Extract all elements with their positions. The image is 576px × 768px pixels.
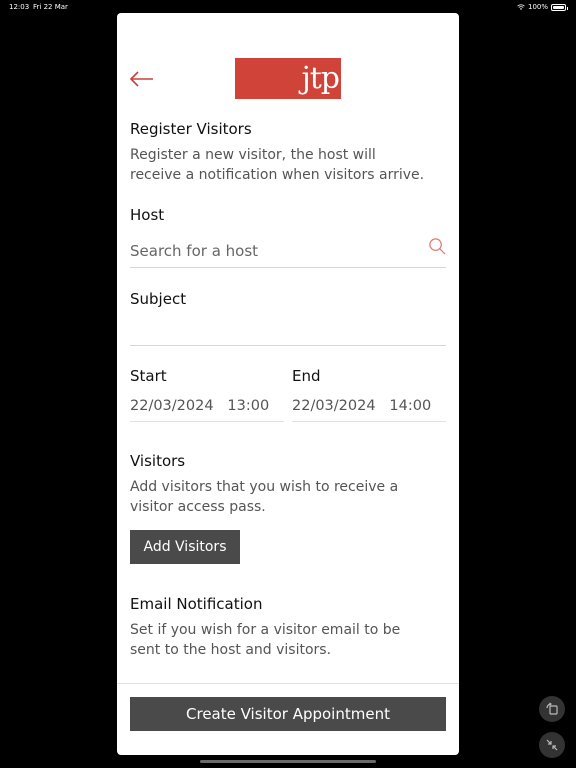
email-notification-label: Email Notification: [130, 595, 263, 613]
home-indicator: [200, 760, 376, 763]
back-button[interactable]: [129, 69, 155, 89]
host-label: Host: [130, 206, 165, 224]
wifi-icon: [517, 3, 525, 10]
page-intro: Register a new visitor, the host will re…: [130, 147, 425, 183]
create-visitor-appointment-button[interactable]: Create Visitor Appointment: [130, 697, 446, 731]
host-search-input[interactable]: [130, 235, 446, 268]
jtp-logo: jtp: [235, 58, 341, 99]
status-date: Fri 22 Mar: [33, 3, 68, 11]
register-visitors-sheet: jtp Register Visitors Register a new vis…: [117, 13, 459, 755]
email-notification-description: Set if you wish for a visitor email to b…: [130, 622, 401, 658]
status-right: 100%: [517, 3, 568, 11]
rotate-icon: [546, 702, 558, 715]
start-datetime-input[interactable]: [130, 391, 284, 422]
status-time: 12:03: [9, 3, 30, 11]
logo-text: jtp: [301, 61, 340, 96]
end-datetime-input[interactable]: [292, 391, 446, 422]
collapse-icon: [546, 739, 558, 751]
search-icon[interactable]: [428, 237, 447, 256]
arrow-left-icon: [129, 71, 153, 87]
end-label: End: [292, 367, 321, 385]
battery-percent: 100%: [527, 3, 548, 11]
subject-label: Subject: [130, 290, 187, 308]
start-label: Start: [130, 367, 167, 385]
rotate-button[interactable]: [539, 696, 565, 722]
page-title: Register Visitors: [130, 120, 252, 138]
status-bar: 12:03 Fri 22 Mar 100%: [0, 0, 576, 14]
battery-icon: [551, 3, 568, 11]
visitors-description: Add visitors that you wish to receive a …: [130, 479, 399, 515]
subject-input[interactable]: [130, 313, 446, 346]
collapse-button[interactable]: [539, 732, 565, 758]
bottom-divider: [117, 683, 459, 684]
visitors-label: Visitors: [130, 452, 186, 470]
add-visitors-button[interactable]: Add Visitors: [130, 530, 240, 564]
